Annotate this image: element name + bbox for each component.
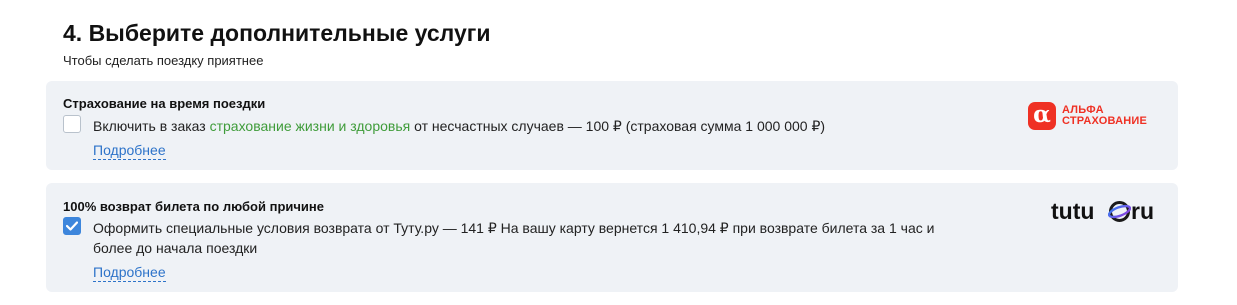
tutu-logo: tutu ru (1051, 196, 1163, 226)
alfa-logo-text: АЛЬФА СТРАХОВАНИЕ (1062, 105, 1147, 127)
insurance-more-link[interactable]: Подробнее (93, 142, 166, 160)
insurance-description: Включить в заказ страхование жизни и здо… (93, 116, 825, 136)
globe-icon (1108, 201, 1131, 222)
insurance-title: Страхование на время поездки (63, 96, 266, 111)
section-subtitle: Чтобы сделать поездку приятнее (63, 53, 264, 68)
insurance-checkbox[interactable] (63, 115, 81, 133)
refund-title: 100% возврат билета по любой причине (63, 199, 325, 214)
alfa-mark-icon: α (1028, 102, 1056, 130)
refund-checkbox[interactable] (63, 217, 81, 235)
insurance-desc-suffix: от несчастных случаев — 100 ₽ (страховая… (410, 118, 826, 134)
tutu-logo-domain: ru (1131, 198, 1154, 224)
insurance-card: Страхование на время поездки Включить в … (46, 81, 1178, 170)
alfa-logo-line2: СТРАХОВАНИЕ (1062, 115, 1148, 127)
refund-more-link[interactable]: Подробнее (93, 264, 166, 282)
refund-description: Оформить специальные условия возврата от… (93, 220, 935, 256)
insurance-desc-prefix: Включить в заказ (93, 118, 210, 134)
section-title: 4. Выберите дополнительные услуги (63, 20, 491, 46)
checkmark-icon (66, 221, 78, 231)
refund-card: 100% возврат билета по любой причине Офо… (46, 183, 1178, 292)
insurance-terms-link[interactable]: страхование жизни и здоровья (210, 118, 411, 134)
tutu-logo-text: tutu (1051, 198, 1095, 224)
